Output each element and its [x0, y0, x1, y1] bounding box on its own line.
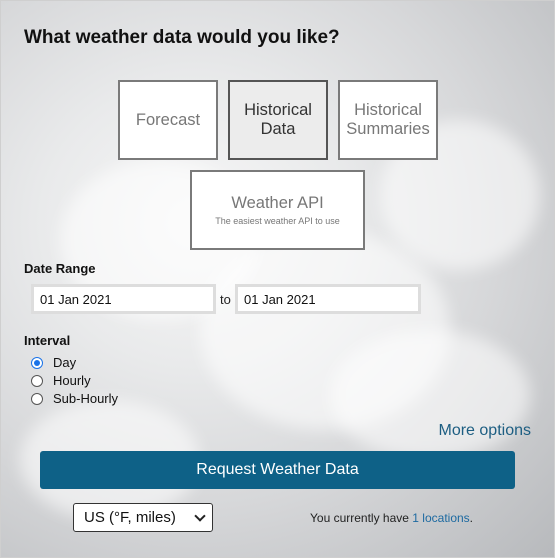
forecast-tile-label: Forecast [135, 110, 201, 129]
date-separator: to [220, 292, 231, 307]
historical-tile-line2: Data [260, 120, 296, 138]
interval-label: Interval [24, 333, 71, 348]
summaries-tile-line2: Summaries [346, 120, 430, 138]
radio-day[interactable] [31, 356, 43, 369]
api-tile-title: Weather API [231, 194, 324, 212]
units-select[interactable]: US (°F, miles) [73, 503, 213, 532]
interval-day-option[interactable]: Day [31, 355, 76, 370]
radio-subhourly-label: Sub-Hourly [53, 391, 119, 406]
interval-hourly-option[interactable]: Hourly [31, 373, 91, 388]
locations-link[interactable]: 1 locations [412, 511, 469, 525]
radio-subhourly[interactable] [31, 392, 43, 405]
historical-data-tile[interactable]: Historical Data [228, 80, 328, 160]
summaries-tile-line1: Historical [354, 101, 422, 119]
locations-status: You currently have 1 locations. [310, 511, 473, 525]
chevron-down-icon [194, 509, 206, 522]
historical-tile-line1: Historical [244, 101, 312, 119]
page-title: What weather data would you like? [24, 27, 340, 48]
radio-hourly-label: Hourly [53, 373, 91, 388]
weather-api-tile[interactable]: Weather API The easiest weather API to u… [190, 170, 365, 250]
forecast-tile[interactable]: Forecast [118, 80, 218, 160]
units-select-value: US (°F, miles) [84, 509, 176, 526]
radio-hourly[interactable] [31, 374, 43, 387]
locations-prefix: You currently have [310, 511, 409, 525]
locations-suffix: . [469, 511, 474, 525]
api-tile-subtitle: The easiest weather API to use [215, 216, 340, 226]
radio-day-label: Day [53, 355, 77, 370]
end-date-input[interactable] [235, 284, 421, 314]
interval-subhourly-option[interactable]: Sub-Hourly [31, 391, 118, 406]
request-weather-data-button[interactable]: Request Weather Data [40, 451, 515, 489]
more-options-link[interactable]: More options [439, 422, 532, 440]
start-date-input[interactable] [31, 284, 216, 314]
historical-summaries-tile[interactable]: Historical Summaries [338, 80, 438, 160]
date-range-label: Date Range [24, 261, 96, 276]
